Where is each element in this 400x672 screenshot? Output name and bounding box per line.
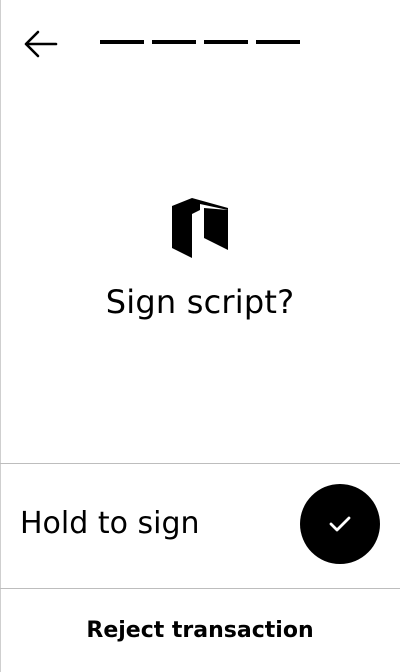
step-progress-indicator — [100, 40, 300, 44]
reject-transaction-label: Reject transaction — [86, 618, 314, 643]
reject-transaction-button[interactable]: Reject transaction — [0, 589, 400, 672]
page-title: Sign script? — [105, 283, 295, 321]
progress-step — [256, 40, 300, 44]
hold-to-sign-button[interactable] — [300, 484, 380, 564]
back-button[interactable] — [18, 24, 62, 64]
progress-step — [100, 40, 144, 44]
hold-to-sign-row[interactable]: Hold to sign — [0, 464, 400, 588]
progress-step — [152, 40, 196, 44]
checkmark-icon — [329, 516, 351, 532]
hold-to-sign-label: Hold to sign — [20, 506, 200, 541]
arrow-left-icon — [24, 30, 58, 58]
progress-step — [204, 40, 248, 44]
neo-logo-icon — [170, 196, 230, 260]
